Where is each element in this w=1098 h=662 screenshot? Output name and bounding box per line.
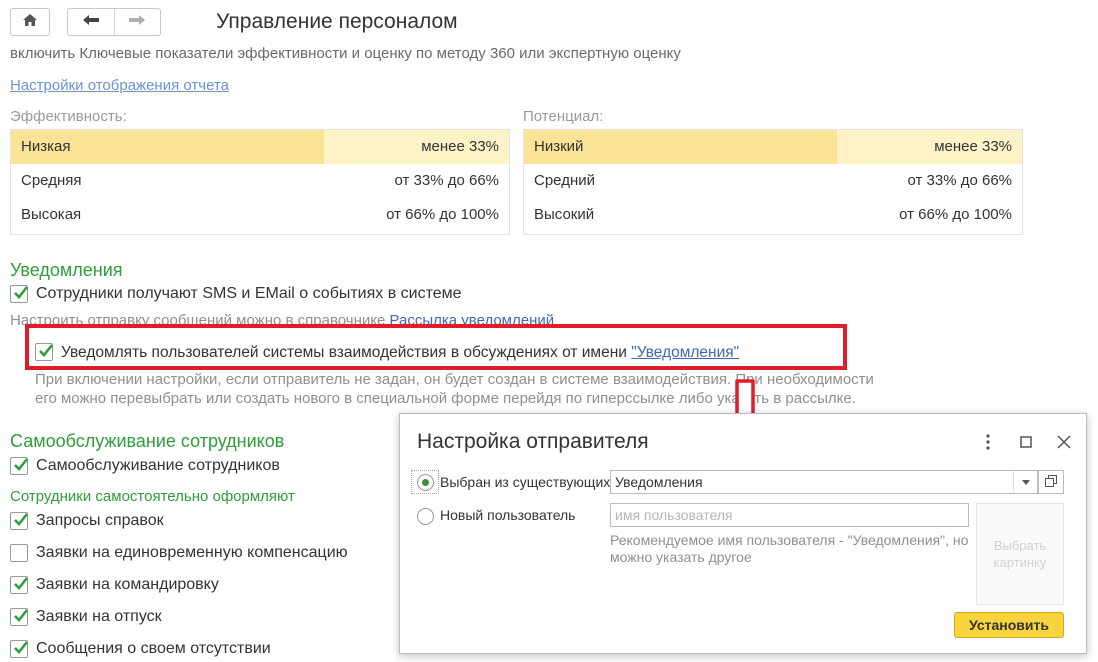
absence-messages-label: Сообщения о своем отсутствии	[36, 640, 271, 657]
efficiency-row-range: от 66% до 100%	[386, 206, 499, 223]
checkmark-icon	[14, 641, 29, 654]
page-title: Управление персоналом	[216, 10, 458, 33]
sms-email-label: Сотрудники получают SMS и EMail о событи…	[36, 285, 462, 302]
checkmark-icon	[14, 286, 29, 299]
choose-picture-label: Выбрать картинку	[993, 538, 1047, 570]
efficiency-row-low[interactable]: Низкая менее 33%	[11, 130, 509, 164]
potential-label: Потенциал:	[523, 108, 604, 125]
sender-settings-dialog: Настройка отправителя Выбран из существу…	[399, 413, 1087, 654]
vacation-requests-checkbox[interactable]	[10, 608, 29, 626]
absence-messages-checkbox[interactable]	[10, 640, 29, 658]
dialog-title: Настройка отправителя	[417, 430, 649, 453]
certificate-requests-label: Запросы справок	[36, 512, 164, 529]
self-service-label: Самообслуживание сотрудников	[36, 457, 280, 474]
potential-row-medium[interactable]: Средний от 33% до 66%	[524, 164, 1022, 198]
more-vertical-icon[interactable]	[978, 432, 998, 452]
radio-existing[interactable]	[417, 474, 434, 491]
business-trip-requests-label: Заявки на командировку	[36, 576, 219, 593]
notify-users-label: Уведомлять пользователей системы взаимод…	[61, 344, 739, 362]
potential-row-range: менее 33%	[934, 138, 1012, 155]
existing-user-select[interactable]: Уведомления	[610, 470, 1038, 494]
back-button[interactable]	[68, 9, 114, 35]
notifications-section-title: Уведомления	[10, 260, 123, 280]
checkmark-icon	[39, 344, 54, 357]
open-user-button[interactable]	[1038, 470, 1064, 494]
history-nav	[67, 8, 161, 36]
set-button[interactable]: Установить	[954, 612, 1064, 638]
potential-row-high[interactable]: Высокий от 66% до 100%	[524, 198, 1022, 232]
notify-users-text: Уведомлять пользователей системы взаимод…	[61, 344, 632, 361]
potential-row-name: Низкий	[534, 138, 584, 155]
efficiency-row-range: от 33% до 66%	[394, 172, 499, 189]
open-copy-icon	[1045, 474, 1057, 490]
efficiency-row-name: Низкая	[21, 138, 71, 155]
choose-picture-area[interactable]: Выбрать картинку	[976, 503, 1064, 605]
efficiency-row-range: менее 33%	[421, 138, 499, 155]
recommended-name-note: Рекомендуемое имя пользователя - "Уведом…	[610, 532, 969, 565]
checkmark-icon	[14, 609, 29, 622]
business-trip-requests-checkbox[interactable]	[10, 576, 29, 594]
potential-row-low[interactable]: Низкий менее 33%	[524, 130, 1022, 164]
self-service-checkbox[interactable]	[10, 457, 29, 475]
close-icon[interactable]	[1054, 432, 1074, 452]
efficiency-label: Эффективность:	[10, 108, 127, 125]
vacation-requests-label: Заявки на отпуск	[36, 608, 162, 625]
efficiency-row-high[interactable]: Высокая от 66% до 100%	[11, 198, 509, 232]
maximize-icon[interactable]	[1016, 432, 1036, 452]
efficiency-row-medium[interactable]: Средняя от 33% до 66%	[11, 164, 509, 198]
report-display-settings-link[interactable]: Настройки отображения отчета	[10, 77, 229, 94]
potential-scale: Низкий менее 33% Средний от 33% до 66% В…	[523, 129, 1023, 235]
radio-new-user-label: Новый пользователь	[440, 507, 576, 523]
efficiency-row-name: Высокая	[21, 206, 82, 223]
potential-row-range: от 33% до 66%	[907, 172, 1012, 189]
home-button[interactable]	[10, 8, 50, 36]
self-service-subtitle: Сотрудники самостоятельно оформляют	[10, 488, 295, 505]
radio-new-user[interactable]	[417, 508, 434, 525]
checkmark-icon	[14, 577, 29, 590]
notifications-sender-link[interactable]: "Уведомления"	[631, 344, 739, 361]
compensation-requests-label: Заявки на единовременную компенсацию	[36, 544, 348, 561]
potential-row-name: Высокий	[534, 206, 595, 223]
efficiency-row-name: Средняя	[21, 172, 82, 189]
forward-button[interactable]	[113, 9, 161, 35]
self-service-section-title: Самообслуживание сотрудников	[10, 431, 285, 451]
arrow-left-icon	[82, 13, 100, 31]
notify-users-checkbox[interactable]	[35, 343, 54, 361]
potential-row-name: Средний	[534, 172, 595, 189]
radio-existing-label: Выбран из существующих	[440, 474, 611, 490]
sms-email-checkbox[interactable]	[10, 285, 29, 303]
home-icon	[22, 13, 38, 32]
chevron-down-icon[interactable]	[1013, 471, 1037, 493]
efficiency-scale: Низкая менее 33% Средняя от 33% до 66% В…	[10, 129, 510, 235]
potential-row-range: от 66% до 100%	[899, 206, 1012, 223]
compensation-requests-checkbox[interactable]	[10, 544, 28, 562]
certificate-requests-checkbox[interactable]	[10, 512, 29, 530]
page-description: включить Ключевые показатели эффективнос…	[10, 45, 681, 62]
checkmark-icon	[14, 513, 29, 526]
username-input[interactable]: имя пользователя	[610, 503, 969, 527]
checkmark-icon	[14, 458, 29, 471]
existing-user-value: Уведомления	[615, 474, 703, 490]
arrow-right-icon	[128, 13, 146, 31]
